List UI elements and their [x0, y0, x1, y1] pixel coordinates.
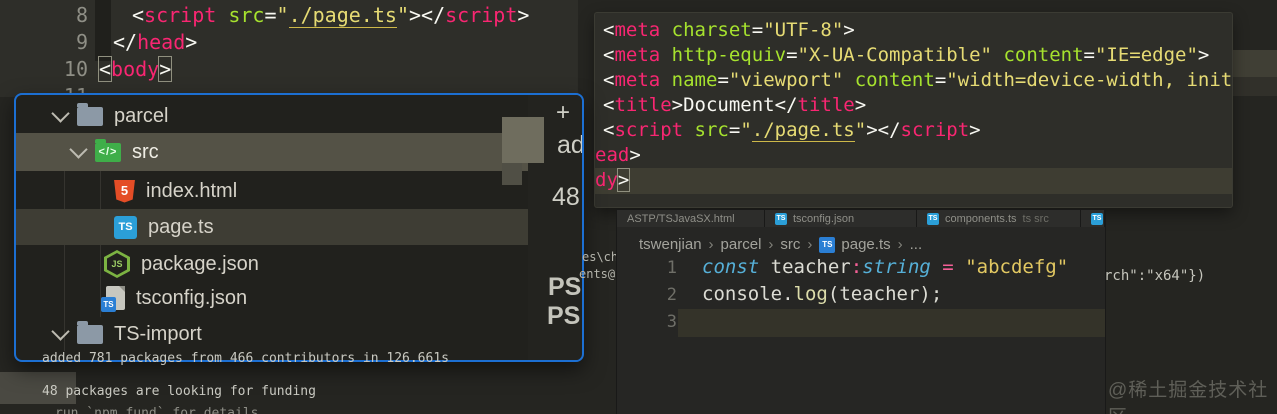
tsconfig-icon: TS: [101, 286, 125, 312]
tree-item-package-json[interactable]: JS package.json: [16, 247, 528, 281]
minimap-fragment: [502, 163, 522, 185]
right-edge-dim-band: [1232, 77, 1277, 96]
code-line[interactable]: <script src="./page.ts"></script>: [132, 3, 529, 28]
line-number: 2: [666, 285, 677, 305]
folded-corner: [119, 286, 125, 292]
tab-components[interactable]: TS components.ts ts src: [917, 210, 1081, 227]
ts-icon: TS: [927, 213, 939, 225]
code-line[interactable]: <title>Document</title>: [603, 94, 866, 116]
tab-label: tsconfig.json: [793, 213, 855, 225]
line-number: 9: [75, 30, 88, 54]
code-line[interactable]: <meta name="viewport" content="width=dev…: [603, 69, 1232, 91]
html5-icon: 5: [114, 179, 135, 203]
breadcrumb-separator: ›: [807, 236, 813, 253]
tab-bar: ASTP/TSJavaSX.html TS tsconfig.json TS c…: [617, 210, 1105, 227]
code-line[interactable]: <meta charset="UTF-8">: [603, 19, 855, 41]
code-line[interactable]: <body>: [97, 56, 173, 82]
file-explorer-overlay: parcel </> src 5 index.html TS page.ts J…: [14, 93, 584, 362]
tree-item-label: tsconfig.json: [136, 286, 248, 309]
code-mark: </>: [98, 145, 118, 158]
breadcrumb-item[interactable]: src: [780, 236, 800, 253]
breadcrumb-separator: ›: [708, 236, 714, 253]
ts-icon: TS: [1091, 213, 1103, 225]
tree-item-label: index.html: [146, 179, 238, 202]
path-fragment: es\ch: [582, 250, 619, 264]
folder-icon: [77, 102, 103, 126]
breadcrumb-item[interactable]: parcel: [721, 236, 762, 253]
indent-highlight-block: [95, 0, 111, 61]
tab-label-extra: ts src: [1022, 213, 1049, 225]
code-line[interactable]: </head>: [113, 30, 197, 54]
tree-item-ts-import[interactable]: TS-import: [16, 317, 528, 351]
screenshot-stage: 8 9 10 11 <script src="./page.ts"></scri…: [0, 0, 1277, 414]
terminal-line-funding: 48 packages are looking for funding: [42, 384, 316, 399]
terminal-fragment-added: ad: [557, 131, 584, 159]
terminal-line-npm-fund-clipped: run `npm fund` for details: [55, 406, 259, 414]
terminal-line-added-packages: added 781 packages from 466 contributors…: [42, 351, 449, 366]
floating-code-snippet[interactable]: <meta charset="UTF-8"> <meta http-equiv=…: [595, 13, 1232, 207]
line-number: 3: [666, 312, 677, 332]
tree-item-label: parcel: [114, 104, 169, 127]
line-number: 8: [75, 3, 88, 27]
tab-label: ASTP/TSJavaSX.html: [627, 213, 735, 225]
folder-icon: [77, 320, 103, 344]
code-line[interactable]: <script src="./page.ts"></script>: [603, 119, 981, 142]
breadcrumb-item[interactable]: tswenjian: [639, 236, 702, 253]
current-line-highlight: [678, 309, 1105, 337]
editor-panel-bottomright: ASTP/TSJavaSX.html TS tsconfig.json TS c…: [617, 210, 1105, 414]
code-line[interactable]: const teacher:string = "abcdefg": [702, 256, 1068, 278]
line-number: 1: [666, 258, 677, 278]
ts-icon: TS: [775, 213, 787, 225]
minimap-fragment: [502, 117, 544, 163]
ts-icon: TS: [819, 236, 836, 253]
tree-item-tsconfig-json[interactable]: TS tsconfig.json: [16, 281, 528, 315]
tree-item-src[interactable]: </> src: [16, 133, 528, 171]
chevron-down-icon[interactable]: [51, 103, 70, 123]
editor-fragment-topleft[interactable]: 8 9 10 11 <script src="./page.ts"></scri…: [0, 0, 578, 97]
tree-item-index-html[interactable]: 5 index.html: [16, 173, 528, 209]
tree-item-label: package.json: [141, 252, 259, 275]
code-line[interactable]: <meta http-equiv="X-UA-Compatible" conte…: [603, 44, 1209, 66]
terminal-fragment-ps: PS: [547, 302, 581, 330]
chevron-down-icon[interactable]: [51, 321, 70, 341]
tree-item-parcel[interactable]: parcel: [16, 99, 528, 133]
breadcrumb-separator: ›: [768, 236, 774, 253]
breadcrumb: tswenjian › parcel › src › TS page.ts › ...: [639, 236, 922, 253]
breadcrumb-item[interactable]: ...: [910, 236, 923, 253]
line-number: 10: [63, 57, 88, 81]
chevron-down-icon[interactable]: [69, 139, 88, 159]
npm-icon-glyph: JS: [107, 253, 127, 275]
tab-clipped[interactable]: TS: [1081, 210, 1105, 227]
code-line-clipped[interactable]: dy>: [595, 168, 631, 192]
breadcrumb-separator: ›: [897, 236, 903, 253]
tab-tsconfig[interactable]: TS tsconfig.json: [765, 210, 917, 227]
right-edge-highlight-band: [1232, 50, 1277, 77]
arch-fragment: rch":"x64"}): [1104, 268, 1206, 284]
tree-item-label: TS-import: [114, 322, 202, 345]
code-line[interactable]: console.log(teacher);: [702, 283, 942, 305]
current-line-highlight: [595, 168, 1232, 194]
tree-item-label: page.ts: [148, 215, 214, 238]
terminal-fragment-48: 48: [552, 183, 580, 211]
tree-item-label: src: [132, 140, 159, 163]
tab-html-file[interactable]: ASTP/TSJavaSX.html: [617, 210, 765, 227]
tab-label: components.ts: [945, 213, 1017, 225]
watermark-juejin: @稀土掘金技术社区: [1108, 380, 1269, 414]
terminal-fragment-plus: +: [556, 99, 571, 126]
tree-item-page-ts[interactable]: TS page.ts: [16, 209, 528, 245]
breadcrumb-item[interactable]: page.ts: [841, 236, 890, 253]
src-folder-icon: </>: [95, 138, 121, 162]
ts-icon: TS: [114, 215, 137, 239]
npm-icon: JS: [104, 250, 130, 278]
code-line-clipped[interactable]: ead>: [595, 144, 641, 166]
terminal-fragment-ps: PS: [548, 273, 582, 301]
ts-badge: TS: [101, 297, 116, 312]
path-fragment: ents@:: [579, 267, 623, 281]
